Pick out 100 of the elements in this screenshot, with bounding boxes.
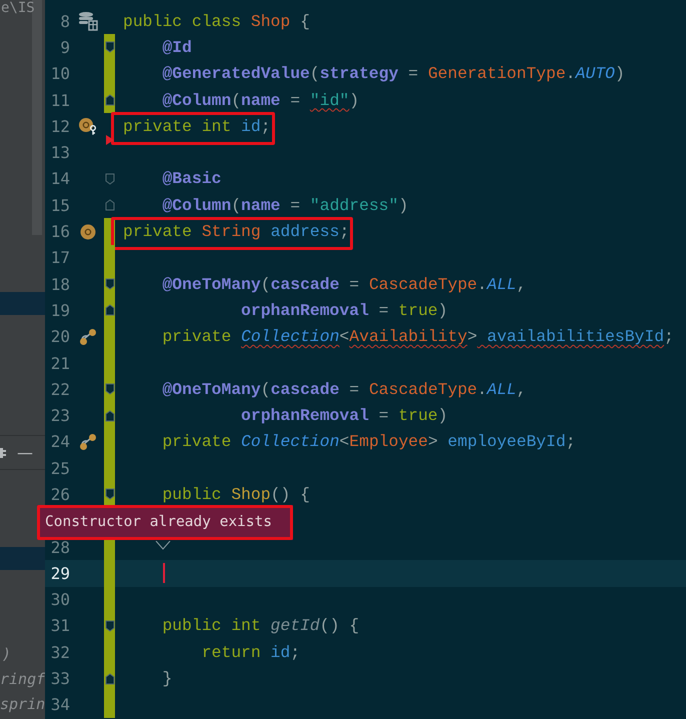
link-icon bbox=[79, 432, 97, 451]
field-key-icon bbox=[78, 116, 98, 136]
code-token: true bbox=[398, 300, 438, 320]
fold-marker-icon[interactable] bbox=[104, 199, 114, 212]
code-token: id bbox=[270, 642, 290, 662]
code-token: private bbox=[123, 222, 193, 242]
code-token: availabilitiesById bbox=[486, 327, 664, 346]
code-token: public bbox=[161, 484, 222, 504]
code-token: ; bbox=[566, 432, 576, 452]
change-marker-icon bbox=[104, 134, 114, 146]
code-token: < bbox=[339, 327, 350, 346]
code-token: ( bbox=[231, 196, 242, 215]
fold-marker-icon[interactable] bbox=[104, 488, 114, 500]
code-token: Employee bbox=[349, 432, 428, 452]
line-number: 34 bbox=[50, 695, 70, 714]
code-token: { bbox=[299, 12, 310, 31]
code-token: private bbox=[161, 432, 232, 452]
code-token: = bbox=[348, 380, 360, 399]
code-token: , bbox=[516, 380, 526, 399]
code-token: () { bbox=[320, 616, 360, 636]
code-token: ( bbox=[310, 64, 320, 84]
code-token: CascadeType bbox=[368, 274, 478, 294]
code-token: } bbox=[161, 669, 172, 688]
code-token: ; bbox=[664, 327, 674, 346]
line-number: 8 bbox=[59, 12, 70, 31]
code-fragment: ringf bbox=[0, 669, 45, 690]
line-number: 25 bbox=[50, 458, 70, 478]
database-table-icon bbox=[78, 11, 98, 32]
fold-marker-icon[interactable] bbox=[104, 278, 114, 290]
code-token: ALL bbox=[486, 274, 516, 294]
code-token: "address" bbox=[310, 196, 398, 215]
code-token: . bbox=[477, 274, 487, 294]
code-token: public int bbox=[161, 616, 262, 636]
code-token: private bbox=[161, 327, 232, 346]
line-number: 29 bbox=[50, 564, 70, 583]
code-token: ; bbox=[290, 642, 300, 662]
code-token: ) bbox=[614, 64, 625, 84]
code-token: < bbox=[339, 432, 350, 452]
code-token: ( bbox=[231, 90, 242, 110]
code-token: > bbox=[428, 432, 438, 452]
code-token: ; bbox=[260, 116, 271, 136]
link-icon bbox=[79, 328, 97, 346]
path-text: e\IS bbox=[0, 0, 36, 18]
code-token: ( bbox=[260, 274, 271, 294]
code-token: true bbox=[398, 406, 438, 426]
fold-marker-icon[interactable] bbox=[104, 41, 114, 54]
code-token: = bbox=[378, 300, 390, 320]
code-token: @OneToMany bbox=[161, 380, 261, 399]
code-token: CascadeType bbox=[368, 380, 478, 399]
fold-marker-icon[interactable] bbox=[104, 620, 114, 632]
line-number: 13 bbox=[50, 143, 70, 162]
code-token: @Basic bbox=[161, 169, 222, 188]
line-number: 10 bbox=[50, 64, 70, 84]
code-token: Shop bbox=[231, 484, 271, 504]
code-token: String bbox=[202, 222, 261, 242]
line-number: 33 bbox=[50, 669, 70, 688]
code-token: > bbox=[467, 327, 478, 346]
field-icon bbox=[80, 224, 96, 240]
code-token: name bbox=[241, 196, 280, 215]
code-token: getId bbox=[270, 616, 320, 636]
code-token: ( bbox=[260, 380, 271, 399]
code-token: = bbox=[407, 64, 420, 84]
code-token: Availability bbox=[349, 327, 468, 346]
code-fragment: ) bbox=[1, 644, 12, 665]
code-token: = bbox=[289, 90, 302, 110]
fold-marker-icon[interactable] bbox=[104, 172, 114, 185]
line-number: 23 bbox=[50, 406, 70, 426]
line-number: 18 bbox=[50, 274, 70, 294]
code-token: ) bbox=[349, 90, 360, 110]
code-token: @GeneratedValue bbox=[161, 64, 310, 84]
minimize-button[interactable]: — bbox=[17, 443, 33, 462]
code-token: cascade bbox=[270, 380, 340, 399]
line-number: 21 bbox=[50, 354, 70, 372]
line-number: 15 bbox=[50, 196, 70, 215]
fold-marker-icon[interactable] bbox=[104, 383, 114, 396]
code-token: GenerationType bbox=[428, 64, 566, 84]
code-token: . bbox=[566, 64, 576, 84]
code-token: private int bbox=[123, 116, 232, 136]
line-number: 31 bbox=[50, 616, 70, 636]
code-token: , bbox=[516, 274, 526, 294]
code-token: public class bbox=[123, 12, 242, 31]
code-token: ; bbox=[339, 222, 350, 242]
line-number: 12 bbox=[50, 116, 70, 136]
code-token: @OneToMany bbox=[161, 274, 261, 294]
code-token: employeeById bbox=[446, 432, 566, 452]
code-token: Shop bbox=[250, 12, 290, 31]
code-token: ) bbox=[398, 196, 408, 215]
gear-icon[interactable] bbox=[0, 446, 7, 460]
code-token: @Column bbox=[161, 196, 232, 215]
line-number: 17 bbox=[50, 248, 70, 268]
code-token: @Column bbox=[161, 90, 232, 110]
code-token: address bbox=[270, 222, 340, 242]
code-token: Collection bbox=[241, 327, 340, 346]
code-token: id bbox=[241, 116, 261, 136]
line-number: 9 bbox=[59, 38, 70, 57]
code-token: () { bbox=[270, 484, 310, 504]
code-token: @Id bbox=[161, 38, 192, 57]
line-number: 30 bbox=[50, 590, 70, 610]
code-token: return bbox=[200, 642, 262, 662]
line-number: 14 bbox=[50, 169, 70, 188]
